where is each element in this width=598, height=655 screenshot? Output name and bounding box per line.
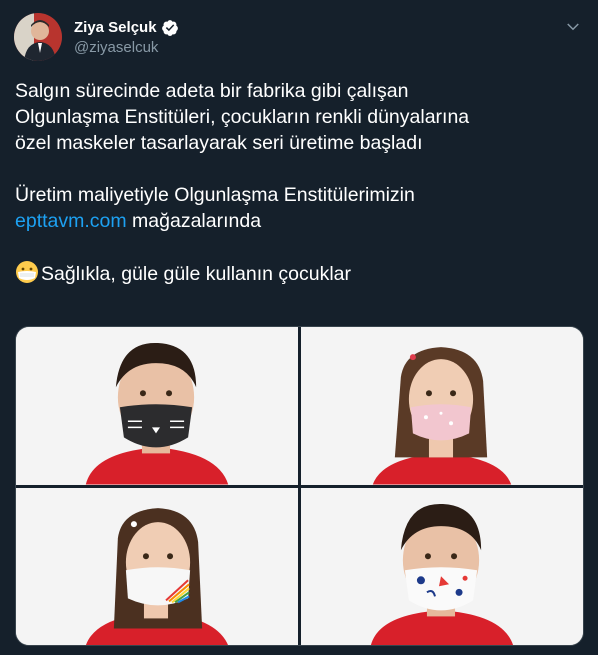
photo-girl-pink-mask[interactable] xyxy=(301,327,583,485)
store-link[interactable]: epttavm.com xyxy=(15,210,127,232)
verified-badge-icon xyxy=(161,19,178,36)
tweet-header: Ziya Selçuk @ziyaselcuk xyxy=(14,12,179,62)
author-avatar[interactable] xyxy=(14,13,62,61)
photo-girl-rainbow-mask[interactable] xyxy=(16,487,298,645)
photo-boy-patterned-mask[interactable] xyxy=(301,487,583,645)
face-with-medical-mask-icon xyxy=(15,260,39,291)
tweet-card: Ziya Selçuk @ziyaselcuk Salgın sürecinde… xyxy=(0,0,598,655)
tweet-line-3: özel maskeler tasarlayarak seri üretime … xyxy=(15,132,423,154)
tweet-line-2: Olgunlaşma Enstitüleri, çocukların renkl… xyxy=(15,106,470,128)
tweet-line-5-rest: mağazalarında xyxy=(126,210,262,232)
tweet-line-1: Salgın sürecinde adeta bir fabrika gibi … xyxy=(15,80,409,102)
author-handle[interactable]: @ziyaselcuk xyxy=(74,39,179,56)
chevron-down-icon[interactable] xyxy=(564,18,582,36)
tweet-line-4: Üretim maliyetiyle Olgunlaşma Enstitüler… xyxy=(15,184,415,206)
tweet-line-6: Sağlıkla, güle güle kullanın çocuklar xyxy=(15,260,580,291)
photo-grid xyxy=(15,326,584,646)
tweet-text: Salgın sürecinde adeta bir fabrika gibi … xyxy=(15,78,580,291)
tweet-line-6-text: Sağlıkla, güle güle kullanın çocuklar xyxy=(41,263,352,285)
photo-boy-black-mask[interactable] xyxy=(16,327,298,485)
tweet-line-5: epttavm.com mağazalarında xyxy=(15,208,580,234)
author-name[interactable]: Ziya Selçuk xyxy=(74,19,157,36)
